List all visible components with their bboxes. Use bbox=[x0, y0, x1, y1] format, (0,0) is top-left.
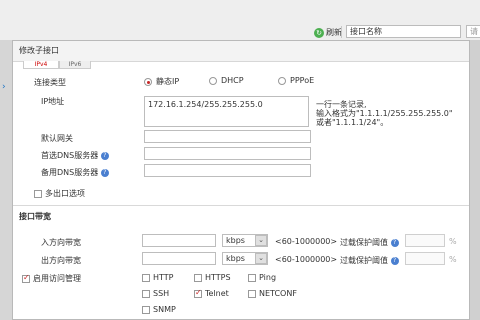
tab-ipv6[interactable]: IPv6 bbox=[59, 61, 91, 69]
protocol-tabs: IPv4 IPv6 bbox=[23, 61, 91, 69]
access-ssh-label: SSH bbox=[153, 289, 170, 298]
access-ssh-checkbox[interactable]: SSH bbox=[142, 289, 169, 298]
access-netconf-checkbox[interactable]: NETCONF bbox=[248, 289, 297, 298]
inbound-bandwidth-input[interactable] bbox=[142, 234, 216, 247]
access-snmp-label: SNMP bbox=[153, 305, 176, 314]
inbound-range: <60-1000000> bbox=[275, 237, 338, 246]
gateway-label: 默认网关 bbox=[41, 134, 73, 143]
gateway-input[interactable] bbox=[144, 130, 311, 143]
dns2-label-text: 备用DNS服务器 bbox=[41, 168, 99, 177]
ip-address-textarea[interactable]: 172.16.1.254/255.255.255.0 bbox=[144, 96, 309, 127]
dns1-label-text: 首选DNS服务器 bbox=[41, 151, 99, 160]
radio-static-ip[interactable]: 静态IP bbox=[144, 76, 179, 87]
radio-unselected-icon bbox=[209, 76, 217, 85]
dns2-input[interactable] bbox=[144, 164, 311, 177]
refresh-button[interactable]: ↻ 刷新 bbox=[314, 27, 342, 38]
outbound-bandwidth-input[interactable] bbox=[142, 252, 216, 265]
threshold-label-text: 过载保护阈值 bbox=[340, 256, 388, 265]
ip-address-label: IP地址 bbox=[41, 97, 65, 106]
tab-ipv4[interactable]: IPv4 bbox=[23, 61, 59, 69]
access-ping-checkbox[interactable]: Ping bbox=[248, 273, 276, 282]
inbound-threshold-label: 过载保护阈值 ? bbox=[340, 237, 399, 248]
access-snmp-checkbox[interactable]: SNMP bbox=[142, 305, 176, 314]
ip-hint-line-3: 或者"1.1.1.1/24"。 bbox=[316, 118, 389, 127]
refresh-icon: ↻ bbox=[314, 27, 324, 38]
section-divider bbox=[13, 205, 469, 206]
help-icon[interactable]: ? bbox=[100, 151, 109, 160]
dialog-title: 修改子接口 bbox=[13, 41, 469, 62]
filter-input[interactable]: 请 bbox=[466, 25, 480, 38]
inbound-threshold-input[interactable] bbox=[405, 234, 445, 247]
outbound-threshold-input[interactable] bbox=[405, 252, 445, 265]
radio-dhcp-label: DHCP bbox=[221, 76, 244, 85]
enable-access-mgmt-label: 启用访问管理 bbox=[33, 274, 81, 283]
checkbox-unchecked-icon bbox=[248, 273, 256, 282]
left-sidebar-edge: › bbox=[0, 40, 12, 320]
chevron-down-icon[interactable]: ⌄ bbox=[255, 253, 267, 264]
ip-address-value: 172.16.1.254/255.255.255.0 bbox=[148, 100, 263, 109]
checkbox-checked-icon bbox=[22, 273, 30, 283]
inbound-bandwidth-label: 入方向带宽 bbox=[41, 238, 81, 247]
checkbox-unchecked-icon bbox=[34, 189, 42, 198]
chevron-right-icon[interactable]: › bbox=[2, 82, 6, 92]
radio-pppoe[interactable]: PPPoE bbox=[278, 76, 314, 85]
checkbox-checked-icon bbox=[194, 288, 202, 298]
outbound-threshold-label: 过载保护阈值 ? bbox=[340, 255, 399, 266]
radio-static-label: 静态IP bbox=[156, 77, 180, 86]
top-toolbar: ↻ 刷新 接口名称 请 bbox=[0, 0, 480, 41]
help-icon[interactable]: ? bbox=[100, 168, 109, 177]
bandwidth-section-title: 接口带宽 bbox=[19, 212, 51, 221]
access-ping-label: Ping bbox=[259, 273, 277, 282]
multi-exit-checkbox[interactable]: 多出口选项 bbox=[34, 188, 85, 199]
dns1-label: 首选DNS服务器 ? bbox=[41, 150, 109, 161]
checkbox-unchecked-icon bbox=[248, 289, 256, 298]
access-http-checkbox[interactable]: HTTP bbox=[142, 273, 173, 282]
outbound-bandwidth-label: 出方向带宽 bbox=[41, 256, 81, 265]
radio-dhcp[interactable]: DHCP bbox=[209, 76, 244, 85]
access-https-checkbox[interactable]: HTTPS bbox=[194, 273, 231, 282]
checkbox-unchecked-icon bbox=[142, 305, 150, 314]
help-icon[interactable]: ? bbox=[390, 256, 399, 265]
radio-unselected-icon bbox=[278, 76, 286, 85]
checkbox-unchecked-icon bbox=[142, 273, 150, 282]
checkbox-unchecked-icon bbox=[194, 273, 202, 282]
right-page-edge bbox=[470, 40, 480, 320]
connection-type-label: 连接类型 bbox=[34, 78, 66, 87]
threshold-label-text: 过载保护阈值 bbox=[340, 238, 388, 247]
access-http-label: HTTP bbox=[153, 273, 174, 282]
filter-field-select[interactable]: 接口名称 bbox=[346, 25, 461, 38]
dns1-input[interactable] bbox=[144, 147, 311, 160]
toolbar-divider bbox=[341, 26, 342, 38]
chevron-down-icon[interactable]: ⌄ bbox=[255, 235, 267, 246]
multi-exit-label: 多出口选项 bbox=[45, 189, 85, 198]
radio-selected-icon bbox=[144, 77, 152, 86]
access-telnet-label: Telnet bbox=[205, 289, 229, 298]
dns2-label: 备用DNS服务器 ? bbox=[41, 167, 109, 178]
outbound-range: <60-1000000> bbox=[275, 255, 338, 264]
checkbox-unchecked-icon bbox=[142, 289, 150, 298]
radio-pppoe-label: PPPoE bbox=[290, 76, 315, 85]
help-icon[interactable]: ? bbox=[390, 238, 399, 247]
access-netconf-label: NETCONF bbox=[259, 289, 297, 298]
enable-access-mgmt-checkbox[interactable]: 启用访问管理 bbox=[22, 273, 81, 284]
outbound-percent: % bbox=[449, 255, 457, 264]
refresh-label: 刷新 bbox=[326, 28, 342, 37]
access-https-label: HTTPS bbox=[205, 273, 231, 282]
access-telnet-checkbox[interactable]: Telnet bbox=[194, 288, 229, 298]
inbound-percent: % bbox=[449, 237, 457, 246]
edit-subinterface-dialog: 修改子接口 IPv4 IPv6 连接类型 静态IP DHCP PPPoE IP地… bbox=[12, 40, 470, 320]
